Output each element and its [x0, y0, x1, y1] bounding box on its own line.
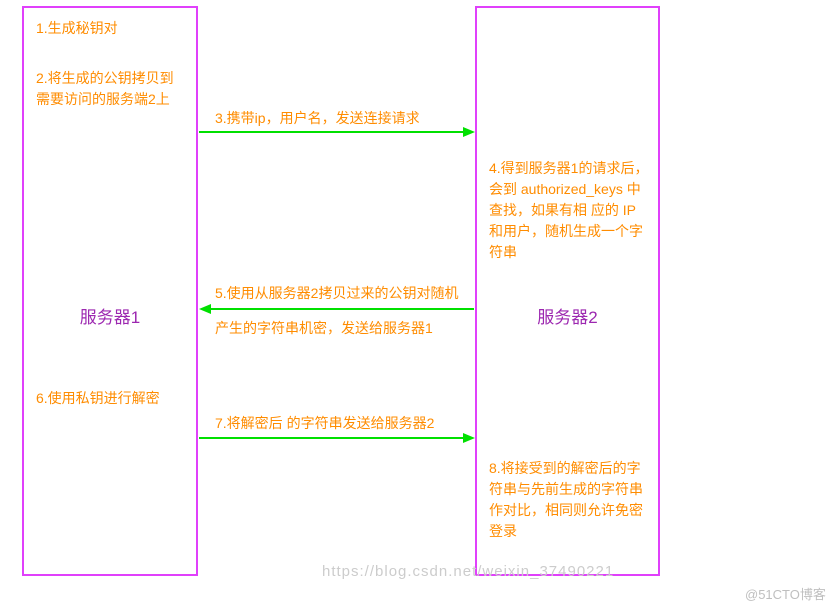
arrow7-head-icon: [463, 433, 475, 443]
step8-text: 8.将接受到的解密后的字符串与先前生成的字符串作对比，相同则允许免密登录: [485, 458, 655, 542]
arrow3-label: 3.携带ip，用户名，发送连接请求: [215, 108, 420, 129]
server2-box: 4.得到服务器1的请求后，会到 authorized_keys 中查找，如果有相…: [475, 6, 660, 576]
arrow5-label-top: 5.使用从服务器2拷贝过来的公钥对随机: [215, 283, 458, 304]
server1-title: 服务器1: [24, 303, 196, 328]
arrow3-line: [199, 131, 465, 133]
step4-text: 4.得到服务器1的请求后，会到 authorized_keys 中查找，如果有相…: [485, 158, 655, 263]
arrow5-line: [211, 308, 474, 310]
server1-box: 1.生成秘钥对 2.将生成的公钥拷贝到需要访问的服务端2上 服务器1 6.使用私…: [22, 6, 198, 576]
arrow5-head-icon: [199, 304, 211, 314]
step2-text: 2.将生成的公钥拷贝到需要访问的服务端2上: [32, 68, 182, 110]
arrow7-label: 7.将解密后 的字符串发送给服务器2: [215, 413, 434, 434]
step6-text: 6.使用私钥进行解密: [32, 388, 164, 409]
arrow7-line: [199, 437, 465, 439]
arrow5-label-bottom: 产生的字符串机密，发送给服务器1: [215, 318, 433, 339]
csdn-watermark: https://blog.csdn.net/weixin_37490221: [322, 563, 614, 580]
step1-text: 1.生成秘钥对: [32, 18, 122, 39]
cto-watermark: @51CTO博客: [745, 584, 826, 603]
server2-title: 服务器2: [477, 303, 658, 328]
arrow3-head-icon: [463, 127, 475, 137]
